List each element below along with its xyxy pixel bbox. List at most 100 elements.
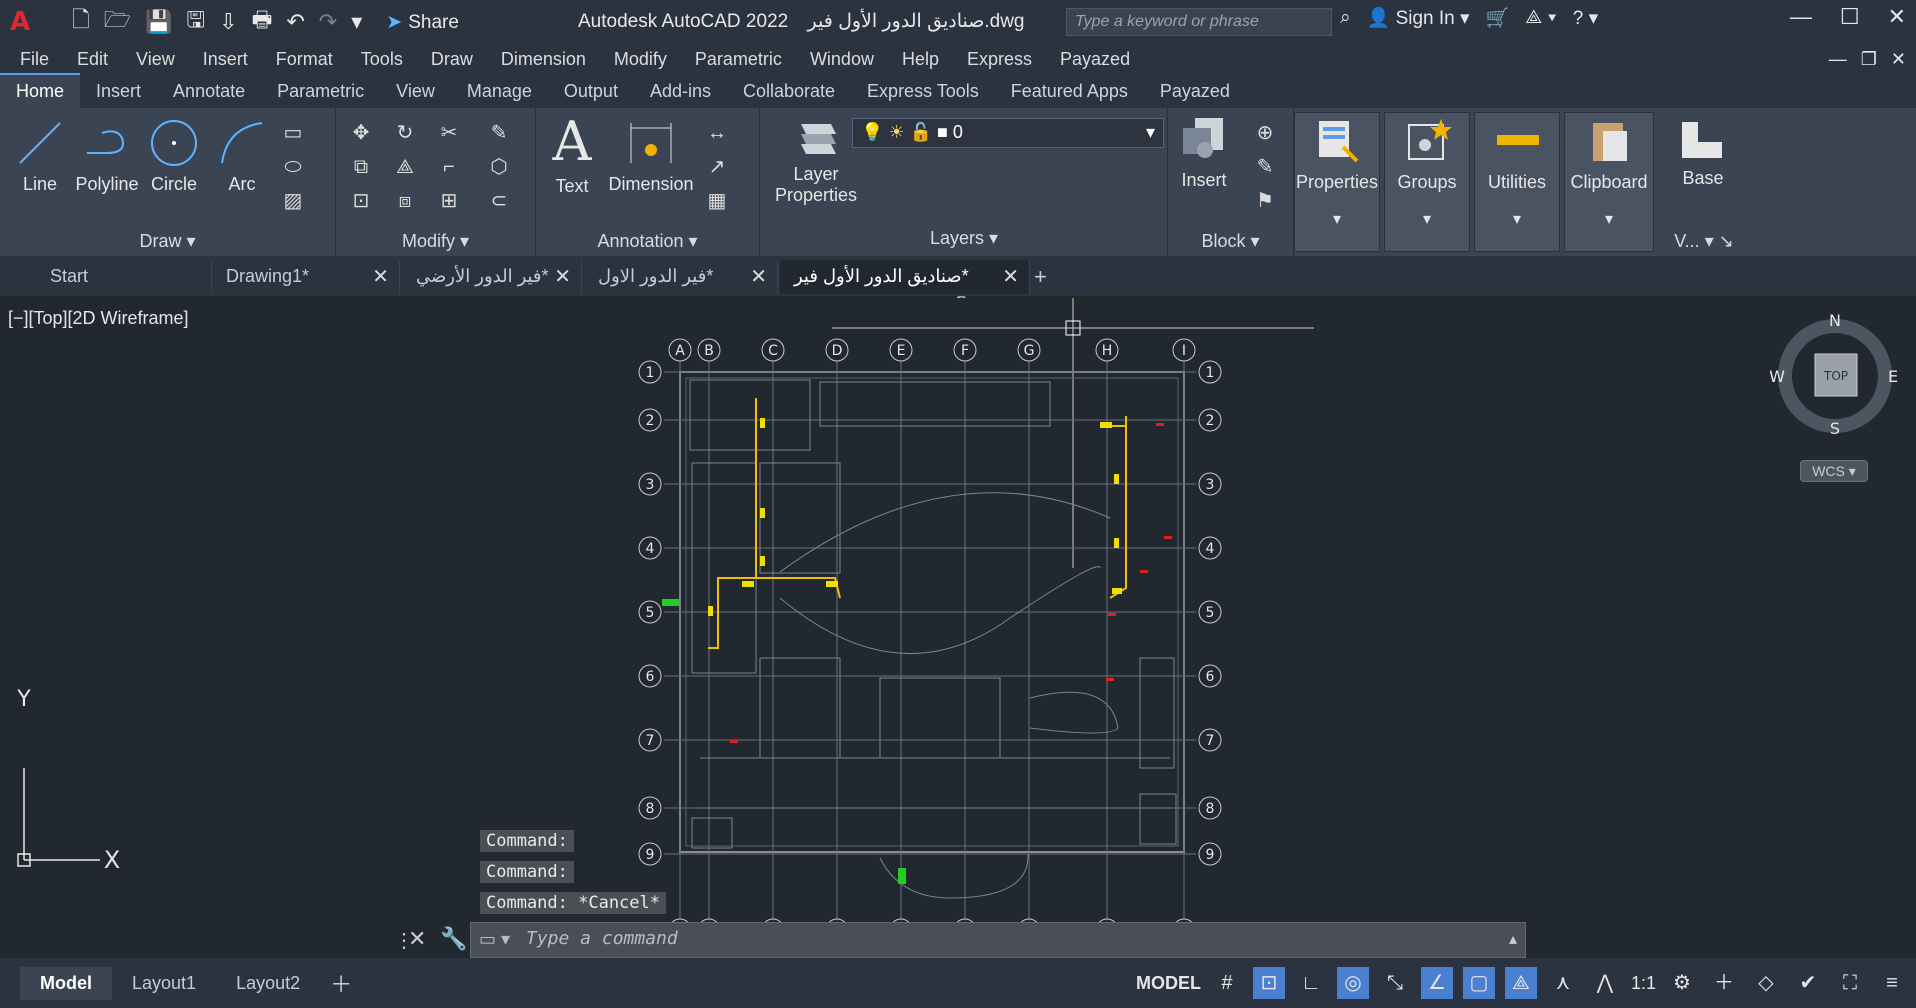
workspace-gear-icon[interactable]: ⚙ bbox=[1666, 967, 1698, 999]
erase-icon[interactable]: ✎ bbox=[486, 120, 512, 146]
ribbon-tab[interactable]: Manage bbox=[451, 75, 548, 108]
close-tab-icon[interactable]: ✕ bbox=[1002, 264, 1019, 289]
save-as-icon[interactable]: 🖫 bbox=[186, 3, 205, 41]
linear-dim-icon[interactable]: ↔ bbox=[704, 120, 730, 146]
annotation-visibility-icon[interactable]: ⟁ bbox=[1504, 967, 1537, 999]
ribbon-tab[interactable]: Home bbox=[0, 73, 81, 108]
stretch-icon[interactable]: ⊡ bbox=[348, 188, 374, 214]
doc-restore-icon[interactable]: ❐ bbox=[1861, 49, 1877, 70]
layer-dropdown[interactable]: 💡 ☀ 🔓 ■ 0 ▾ bbox=[852, 118, 1164, 148]
layers-panel-title[interactable]: Layers ▾ bbox=[760, 228, 1168, 249]
utilities-panel[interactable]: Utilities ▾ bbox=[1474, 112, 1560, 252]
command-input[interactable]: Type a command bbox=[526, 928, 678, 949]
document-tab[interactable]: صناديق الدور الأول فير* ✕ bbox=[780, 260, 1030, 294]
annotation-panel-title[interactable]: Annotation ▾ bbox=[536, 231, 759, 252]
object-snap-icon[interactable]: ▢ bbox=[1462, 967, 1495, 999]
leader-icon[interactable]: ↗ bbox=[704, 154, 730, 180]
ellipse-icon[interactable]: ⬭ bbox=[280, 154, 306, 180]
compass-south[interactable]: S bbox=[1830, 419, 1840, 438]
rotate-icon[interactable]: ↻ bbox=[392, 120, 418, 146]
line-tool[interactable]: Line bbox=[10, 118, 70, 195]
customize-command-icon[interactable]: 🔧 bbox=[440, 926, 467, 952]
annotation-monitor-icon[interactable]: ＋ bbox=[1708, 967, 1740, 999]
draw-panel-title[interactable]: Draw ▾ bbox=[0, 231, 335, 252]
share-button[interactable]: ➤ Share bbox=[386, 11, 459, 34]
array-icon[interactable]: ⊞ bbox=[436, 188, 462, 214]
search-icon[interactable]: ⌕ bbox=[1340, 7, 1351, 29]
rectangle-icon[interactable]: ▭ bbox=[280, 120, 306, 146]
ribbon-tab[interactable]: View bbox=[380, 75, 451, 108]
grid-icon[interactable]: # bbox=[1211, 967, 1243, 999]
save-icon[interactable]: 💾 bbox=[145, 9, 172, 35]
close-command-icon[interactable]: ✕ bbox=[408, 926, 426, 952]
search-input[interactable]: Type a keyword or phrase bbox=[1066, 8, 1332, 36]
customize-dropdown-icon[interactable]: ▾ bbox=[351, 9, 362, 35]
open-file-icon[interactable]: 🗁 bbox=[104, 3, 131, 41]
menu-item[interactable]: Modify bbox=[600, 49, 681, 70]
ribbon-tab[interactable]: Parametric bbox=[261, 75, 380, 108]
copy-icon[interactable]: ⧉ bbox=[348, 154, 374, 180]
arc-tool[interactable]: Arc bbox=[212, 118, 272, 195]
menu-item[interactable]: Insert bbox=[189, 49, 262, 70]
hatch-icon[interactable]: ▨ bbox=[280, 188, 306, 214]
annotation-scale-value[interactable]: 1:1 bbox=[1631, 973, 1656, 994]
auto-scale-icon[interactable]: ⋏ bbox=[1547, 967, 1579, 999]
explode-icon[interactable]: ⬡ bbox=[486, 154, 512, 180]
layout-tab[interactable]: Layout2 bbox=[216, 973, 320, 994]
sign-in-button[interactable]: 👤 Sign In ▾ bbox=[1367, 6, 1470, 30]
ortho-icon[interactable]: ∟ bbox=[1295, 967, 1327, 999]
compass-east[interactable]: E bbox=[1888, 367, 1898, 386]
scale-icon[interactable]: ⧈ bbox=[392, 188, 418, 214]
insert-block-tool[interactable]: Insert bbox=[1172, 114, 1236, 191]
compass-north[interactable]: N bbox=[1829, 314, 1841, 330]
graphics-performance-icon[interactable]: ✔ bbox=[1792, 967, 1824, 999]
plot-icon[interactable]: 🖶 bbox=[252, 3, 273, 41]
block-panel-title[interactable]: Block ▾ bbox=[1168, 231, 1293, 252]
import-icon[interactable]: ⇩ bbox=[219, 9, 237, 35]
fillet-icon[interactable]: ⌐ bbox=[436, 154, 462, 180]
document-tab[interactable]: Start bbox=[36, 260, 212, 294]
create-block-icon[interactable]: ⊕ bbox=[1252, 120, 1278, 146]
redo-icon[interactable]: ↷ bbox=[319, 9, 337, 35]
undo-icon[interactable]: ↶ bbox=[286, 9, 304, 35]
menu-item[interactable]: Express bbox=[953, 49, 1046, 70]
annotation-scale-icon[interactable]: ⋀ bbox=[1589, 967, 1621, 999]
document-tab[interactable]: فير الدور الاول* ✕ bbox=[584, 260, 778, 294]
close-tab-icon[interactable]: ✕ bbox=[750, 264, 767, 289]
ribbon-tab[interactable]: Annotate bbox=[157, 75, 261, 108]
customization-menu-icon[interactable]: ≡ bbox=[1876, 967, 1908, 999]
modify-panel-title[interactable]: Modify ▾ bbox=[336, 231, 535, 252]
ribbon-tab[interactable]: Output bbox=[548, 75, 634, 108]
edit-block-icon[interactable]: ✎ bbox=[1252, 154, 1278, 180]
view-panel-title[interactable]: V... ▾ ↘ bbox=[1658, 231, 1750, 252]
menu-item[interactable]: Tools bbox=[347, 49, 417, 70]
autocad-logo-icon[interactable]: A bbox=[10, 7, 40, 37]
menu-item[interactable]: Payazed bbox=[1046, 49, 1144, 70]
menu-item[interactable]: Dimension bbox=[487, 49, 600, 70]
groups-panel[interactable]: Groups ▾ bbox=[1384, 112, 1470, 252]
clipboard-panel[interactable]: Clipboard ▾ bbox=[1564, 112, 1654, 252]
command-history-icon[interactable]: ▭ ▾ bbox=[479, 929, 510, 950]
doc-minimize-icon[interactable]: — bbox=[1829, 49, 1847, 70]
maximize-icon[interactable]: ☐ bbox=[1840, 4, 1860, 30]
new-file-icon[interactable]: 🗋 bbox=[72, 3, 90, 41]
command-expand-icon[interactable]: ▴ bbox=[1509, 929, 1517, 949]
ribbon-tab[interactable]: Add-ins bbox=[634, 75, 727, 108]
ribbon-tab[interactable]: Collaborate bbox=[727, 75, 851, 108]
drawing-viewport[interactable]: [−][Top][2D Wireframe] AABBCCDDEEFFGGHHI… bbox=[0, 298, 1916, 958]
move-icon[interactable]: ✥ bbox=[348, 120, 374, 146]
layout-tab[interactable]: Model bbox=[20, 966, 112, 1000]
isodraft-icon[interactable]: ⤡ bbox=[1379, 967, 1411, 999]
dimension-tool[interactable]: Dimension bbox=[606, 118, 696, 195]
menu-item[interactable]: Edit bbox=[63, 49, 122, 70]
close-tab-icon[interactable]: ✕ bbox=[554, 264, 571, 289]
close-icon[interactable]: ✕ bbox=[1888, 4, 1906, 30]
document-tab[interactable]: فير الدور الأرضي* ✕ bbox=[402, 260, 582, 294]
clean-screen-icon[interactable]: ⛶ bbox=[1834, 967, 1866, 999]
mirror-icon[interactable]: ⟁ bbox=[392, 154, 418, 180]
layout-tab[interactable]: Layout1 bbox=[112, 973, 216, 994]
menu-item[interactable]: File bbox=[0, 49, 63, 70]
polar-icon[interactable]: ◎ bbox=[1336, 967, 1369, 999]
ribbon-tab[interactable]: Express Tools bbox=[851, 75, 995, 108]
table-icon[interactable]: ▦ bbox=[704, 188, 730, 214]
